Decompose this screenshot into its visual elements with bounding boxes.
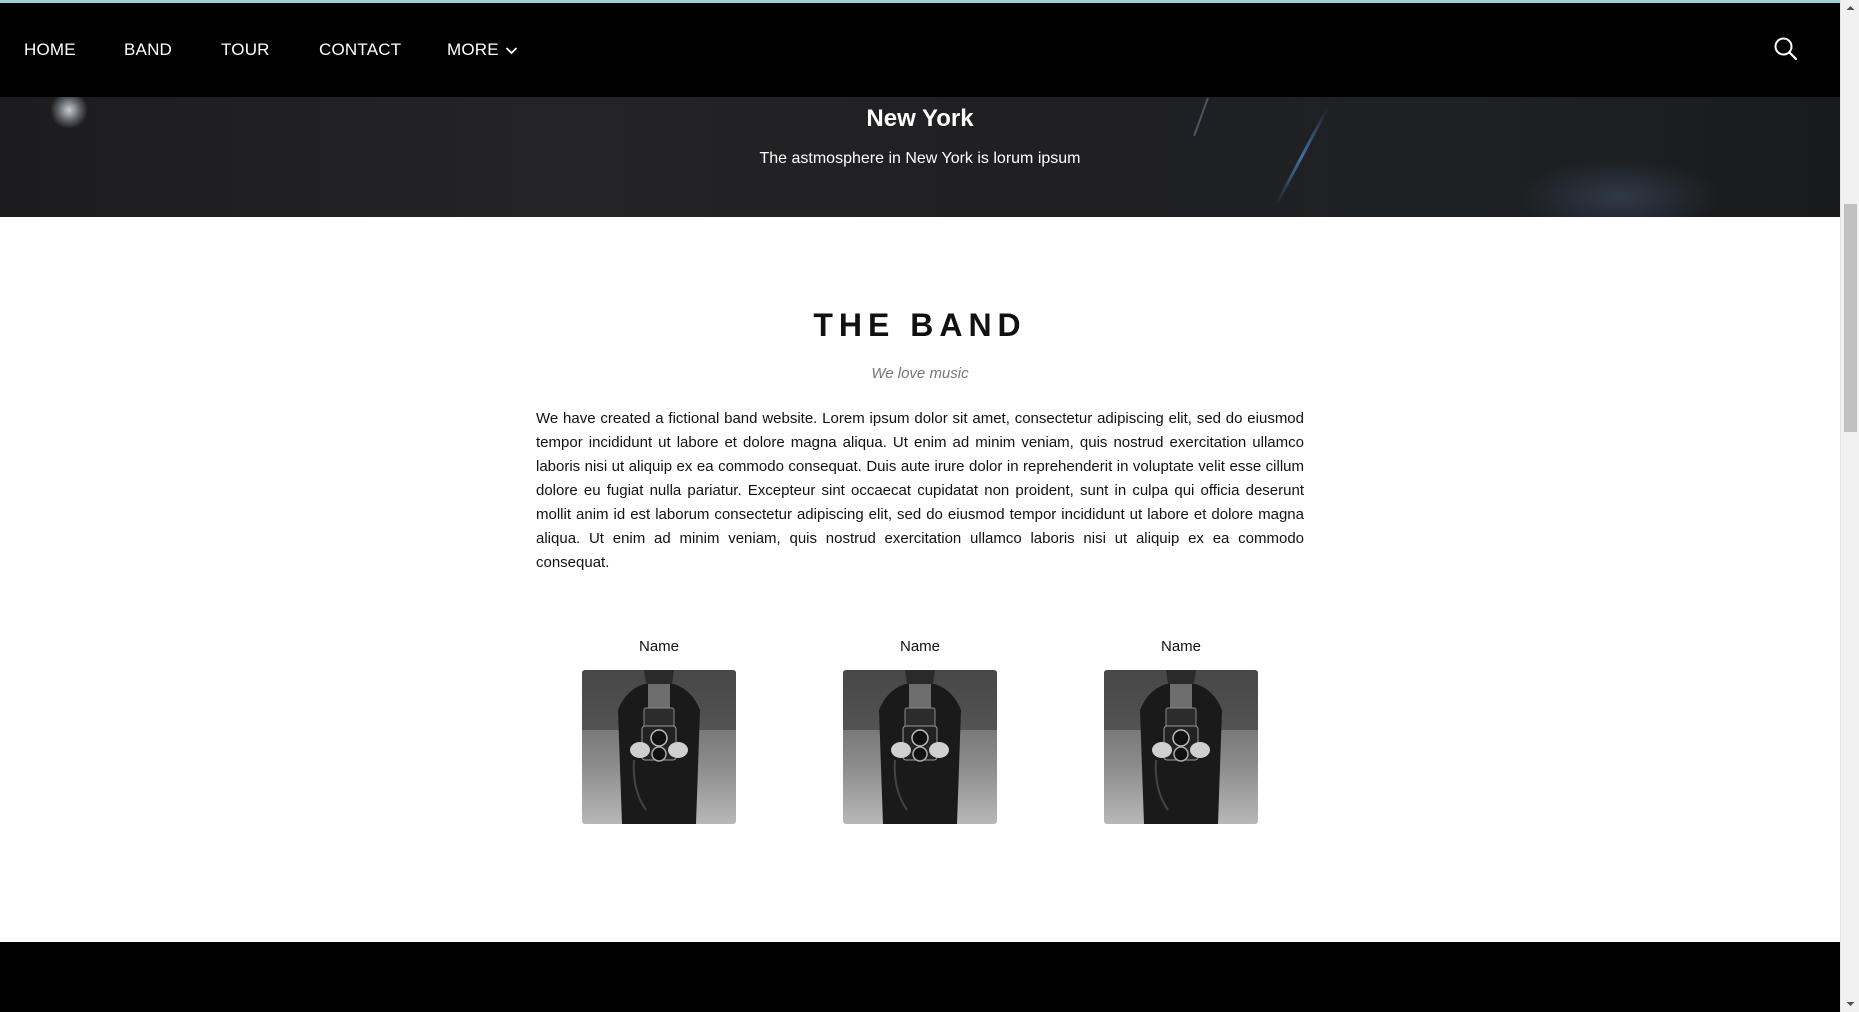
hero-slide: New York The astmosphere in New York is … — [0, 97, 1840, 217]
band-member-card: Name — [843, 637, 997, 824]
nav-tour-link[interactable]: TOUR — [221, 40, 270, 60]
scroll-down-arrow[interactable] — [1841, 995, 1859, 1012]
hero-title: New York — [866, 105, 974, 132]
band-member-card: Name — [582, 637, 736, 824]
member-photo[interactable] — [582, 670, 736, 824]
nav-more-label: MORE — [447, 40, 499, 59]
member-photo[interactable] — [1104, 670, 1258, 824]
search-button[interactable] — [1772, 35, 1800, 63]
band-tagline: We love music — [871, 365, 969, 382]
nav-home-link[interactable]: HOME — [24, 40, 76, 60]
band-section: THE BAND We love music We have created a… — [0, 217, 1840, 942]
search-icon — [1772, 37, 1800, 67]
band-heading: THE BAND — [813, 307, 1027, 343]
nav-contact-link[interactable]: CONTACT — [319, 40, 401, 60]
chevron-down-icon — [505, 40, 518, 60]
member-photo[interactable] — [843, 670, 997, 824]
member-name: Name — [899, 638, 940, 655]
nav-more-dropdown[interactable]: MORE — [447, 40, 518, 60]
scrollbar-thumb[interactable] — [1844, 204, 1857, 432]
nav-band-link[interactable]: BAND — [124, 40, 172, 60]
band-member-card: Name — [1104, 637, 1258, 824]
member-name: Name — [1160, 638, 1201, 655]
top-navbar: HOME BAND TOUR CONTACT MORE — [0, 3, 1840, 97]
vertical-scrollbar[interactable] — [1840, 0, 1859, 1012]
browser-viewport: HOME BAND TOUR CONTACT MORE New York The… — [0, 0, 1859, 1012]
hero-subtitle: The astmosphere in New York is lorum ips… — [759, 150, 1081, 167]
footer-band — [0, 942, 1840, 1012]
band-description: We have created a fictional band website… — [536, 410, 1304, 571]
scroll-up-arrow[interactable] — [1841, 0, 1859, 17]
member-name: Name — [638, 638, 679, 655]
